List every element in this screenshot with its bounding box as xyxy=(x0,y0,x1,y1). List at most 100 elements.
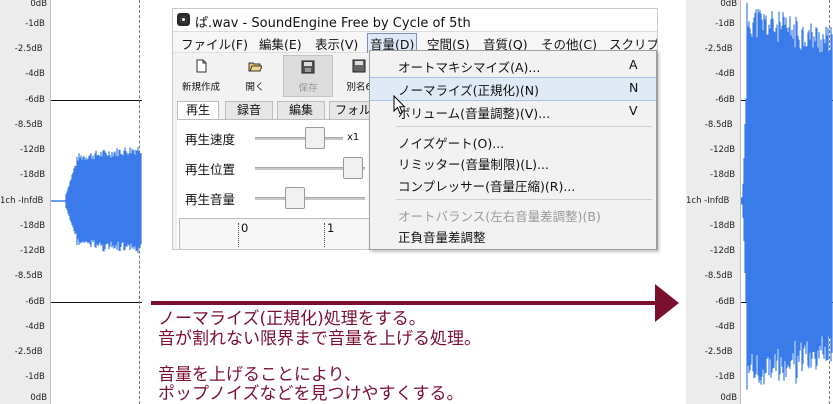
right-db-label: -6dB xyxy=(715,297,735,307)
menu-separator xyxy=(396,126,652,127)
right-waveform-plot[interactable] xyxy=(741,0,833,404)
right-db-label: -4dB xyxy=(715,322,735,332)
left-db-label: -18dB xyxy=(20,170,46,180)
menu-edit[interactable]: 編集(E) xyxy=(257,34,304,53)
menu-item-label: 正負音量差調整 xyxy=(398,230,486,245)
right-db-label: -2.5dB xyxy=(704,347,733,357)
open-folder-icon xyxy=(248,62,262,72)
window-title: ぱ.wav - SoundEngine Free by Cycle of 5th xyxy=(195,16,471,31)
menu-item-shortcut: A xyxy=(629,57,638,72)
app-logo-icon xyxy=(177,13,190,26)
menu-item-limiter[interactable]: リミッター(音量制限)(L)... xyxy=(370,151,656,173)
left-db-label: -6dB xyxy=(25,297,45,307)
playback-position-label: 再生位置 xyxy=(185,162,236,177)
caption-line-3: 音量を上げることにより、 xyxy=(158,365,361,385)
right-db-label: 0dB xyxy=(720,0,738,9)
timeline-label-1: 1 xyxy=(327,221,335,235)
right-waveform xyxy=(741,2,833,390)
timeline-ruler[interactable]: 0 1 xyxy=(179,218,371,249)
left-db-label: -12dB xyxy=(20,246,46,256)
playback-speed-label: 再生速度 xyxy=(185,132,236,147)
right-db-label: -12dB xyxy=(710,246,736,256)
right-waveform-panel: 0dB -1dB -2.5dB -4dB -6dB -8.5dB -12dB -18dB 1ch… xyxy=(686,0,833,404)
menu-item-volume[interactable]: ボリューム(音量調整)(V)... V xyxy=(370,100,656,122)
menu-item-label: オートマキシマイズ(A)... xyxy=(398,60,541,75)
open-button[interactable]: 開く xyxy=(231,55,279,95)
playback-volume-label: 再生音量 xyxy=(185,192,236,207)
left-db-label: -8.5dB xyxy=(14,120,43,130)
arrow-shaft xyxy=(151,301,661,305)
menu-item-auto-maximize[interactable]: オートマキシマイズ(A)... A xyxy=(370,54,656,76)
menu-item-label: ノーマライズ(正規化)(N) xyxy=(398,83,539,98)
menu-item-label: リミッター(音量制限)(L)... xyxy=(398,157,549,172)
right-db-label: -2.5dB xyxy=(704,44,733,54)
timeline-label-0: 0 xyxy=(241,221,249,235)
arrow-head-icon xyxy=(655,284,679,322)
playback-volume-slider-track[interactable] xyxy=(255,197,365,200)
menu-item-polarity-balance[interactable]: 正負音量差調整 xyxy=(370,224,656,246)
menu-item-label: ノイズゲート(O)... xyxy=(398,136,505,151)
right-db-label: -6dB xyxy=(715,95,735,105)
new-file-icon xyxy=(196,59,207,73)
left-db-label: -6dB xyxy=(25,95,45,105)
left-db-label: -8.5dB xyxy=(14,271,43,281)
left-db-label: 1ch -InfdB xyxy=(0,196,44,206)
right-db-label: -12dB xyxy=(710,145,736,155)
left-waveform-panel: 0dB -1dB -2.5dB -4dB -6dB -8.5dB -12dB -18dB 1ch… xyxy=(0,0,142,404)
menu-view[interactable]: 表示(V) xyxy=(313,34,360,53)
timeline-tick-1 xyxy=(324,223,325,247)
right-db-label: -1dB xyxy=(715,19,735,29)
right-db-label: -8.5dB xyxy=(704,120,733,130)
timeline-tick-0 xyxy=(238,223,239,247)
menu-item-shortcut: N xyxy=(629,80,639,95)
menu-item-shortcut: V xyxy=(629,103,638,118)
menu-item-label: ボリューム(音量調整)(V)... xyxy=(398,106,551,121)
left-db-label: -4dB xyxy=(25,69,45,79)
left-db-label: -12dB xyxy=(20,145,46,155)
left-db-label: -1dB xyxy=(25,19,45,29)
title-bar: ぱ.wav - SoundEngine Free by Cycle of 5th xyxy=(173,9,657,32)
menu-item-auto-balance[interactable]: オートバランス(左右音量差調整)(B) xyxy=(370,203,656,225)
menu-item-label: コンプレッサー(音量圧縮)(R)... xyxy=(398,179,576,194)
caption-line-4: ポップノイズなどを見つけやすくする。 xyxy=(158,384,464,404)
left-waveform-plot[interactable] xyxy=(51,0,142,404)
right-db-label: -1dB xyxy=(715,372,735,382)
save-button[interactable]: 保存 xyxy=(283,55,333,97)
tab-play[interactable]: 再生 xyxy=(177,101,219,120)
left-db-label: -4dB xyxy=(25,322,45,332)
right-db-label: -4dB xyxy=(715,69,735,79)
playback-speed-slider-thumb[interactable] xyxy=(305,127,325,149)
open-label: 開く xyxy=(245,82,265,93)
save-as-icon xyxy=(352,59,366,73)
right-db-label: -18dB xyxy=(710,170,736,180)
right-db-label: 0dB xyxy=(720,393,738,403)
menu-separator xyxy=(396,199,652,200)
left-db-label: -1dB xyxy=(25,372,45,382)
caption-line-1: ノーマライズ(正規化)処理をする。 xyxy=(158,309,426,329)
left-db-label: 0dB xyxy=(30,0,48,9)
playback-volume-slider-thumb[interactable] xyxy=(285,187,305,209)
mouse-cursor-icon xyxy=(393,95,406,115)
tab-edit[interactable]: 編集 xyxy=(277,101,325,119)
volume-menu-dropdown: オートマキシマイズ(A)... A ノーマライズ(正規化)(N) N ボリューム… xyxy=(369,50,657,250)
tab-record[interactable]: 録音 xyxy=(225,101,273,119)
left-db-label: -2.5dB xyxy=(14,347,43,357)
save-label: 保存 xyxy=(298,83,318,94)
left-db-label: -2.5dB xyxy=(14,44,43,54)
menu-item-label: オートバランス(左右音量差調整)(B) xyxy=(398,209,601,224)
new-file-label: 新規作成 xyxy=(181,82,220,93)
menu-item-compressor[interactable]: コンプレッサー(音量圧縮)(R)... xyxy=(370,173,656,195)
playback-position-slider-thumb[interactable] xyxy=(343,157,363,179)
playback-speed-slider-track[interactable] xyxy=(255,137,343,140)
right-db-label: -8.5dB xyxy=(704,271,733,281)
left-db-label: -18dB xyxy=(20,221,46,231)
right-db-label: -18dB xyxy=(710,221,736,231)
menu-file[interactable]: ファイル(F) xyxy=(179,34,250,53)
left-waveform xyxy=(51,146,142,254)
save-icon xyxy=(301,60,315,74)
caption-line-2: 音が割れない限界まで音量を上げる処理。 xyxy=(158,329,481,349)
playback-speed-value: x1 xyxy=(347,132,360,143)
new-file-button[interactable]: 新規作成 xyxy=(177,55,225,95)
menu-item-normalize[interactable]: ノーマライズ(正規化)(N) N xyxy=(370,77,656,101)
menu-item-noise-gate[interactable]: ノイズゲート(O)... xyxy=(370,130,656,152)
